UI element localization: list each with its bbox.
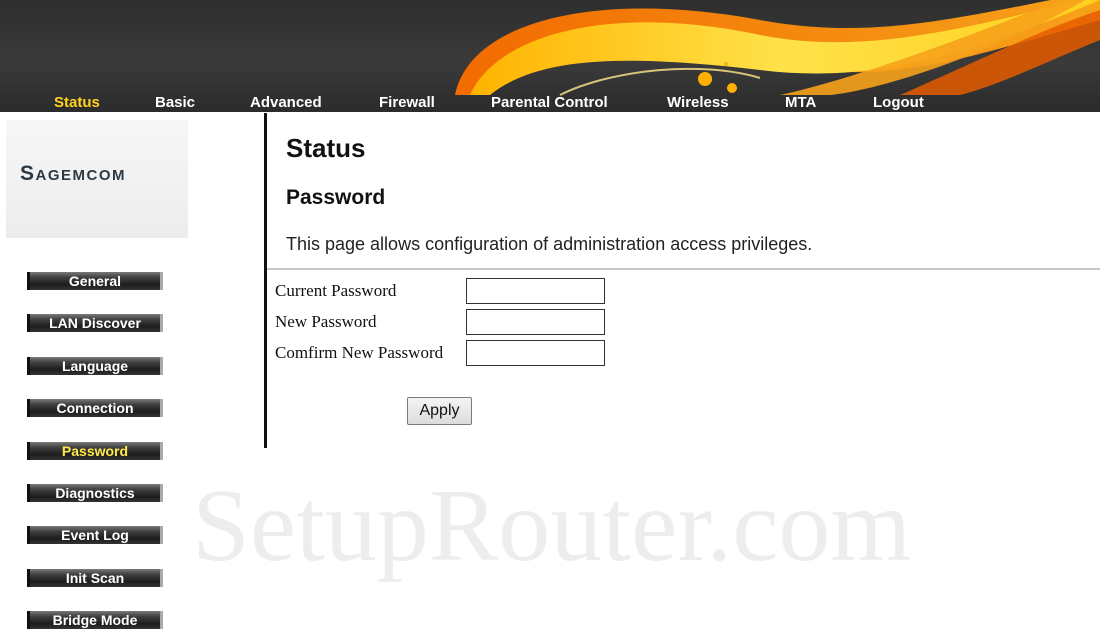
sidebar-item-diagnostics[interactable]: Diagnostics xyxy=(27,484,163,502)
apply-button[interactable]: Apply xyxy=(407,397,472,425)
sidebar-item-lan-discover[interactable]: LAN Discover xyxy=(27,314,163,332)
new-password-input[interactable] xyxy=(466,309,605,335)
sidebar-item-password[interactable]: Password xyxy=(27,442,163,460)
sidebar-item-language[interactable]: Language xyxy=(27,357,163,375)
sidebar-item-general[interactable]: General xyxy=(27,272,163,290)
horizontal-divider xyxy=(267,268,1100,270)
sidebar-item-bridge-mode[interactable]: Bridge Mode xyxy=(27,611,163,629)
current-password-input[interactable] xyxy=(466,278,605,304)
section-title: Password xyxy=(286,186,386,209)
nav-status[interactable]: Status xyxy=(54,94,100,111)
sidebar-item-event-log[interactable]: Event Log xyxy=(27,526,163,544)
brand-logo: Sagemcom xyxy=(20,162,127,185)
nav-advanced[interactable]: Advanced xyxy=(250,94,322,111)
top-navigation: Status Basic Advanced Firewall Parental … xyxy=(0,92,1100,112)
vertical-divider xyxy=(264,113,267,448)
nav-wireless[interactable]: Wireless xyxy=(667,94,729,111)
header-banner: Status Basic Advanced Firewall Parental … xyxy=(0,0,1100,112)
nav-parental-control[interactable]: Parental Control xyxy=(491,94,608,111)
nav-basic[interactable]: Basic xyxy=(155,94,195,111)
brand-logo-box: Sagemcom xyxy=(6,120,188,238)
nav-firewall[interactable]: Firewall xyxy=(379,94,435,111)
watermark: SetupRouter.com xyxy=(192,468,912,583)
page-description: This page allows configuration of admini… xyxy=(286,234,813,254)
new-password-label: New Password xyxy=(275,312,377,331)
sidebar-item-init-scan[interactable]: Init Scan xyxy=(27,569,163,587)
confirm-password-input[interactable] xyxy=(466,340,605,366)
page-title: Status xyxy=(286,133,366,163)
current-password-label: Current Password xyxy=(275,281,397,300)
confirm-password-label: Comfirm New Password xyxy=(275,343,444,362)
nav-logout[interactable]: Logout xyxy=(873,94,924,111)
nav-mta[interactable]: MTA xyxy=(785,94,816,111)
sidebar-item-connection[interactable]: Connection xyxy=(27,399,163,417)
